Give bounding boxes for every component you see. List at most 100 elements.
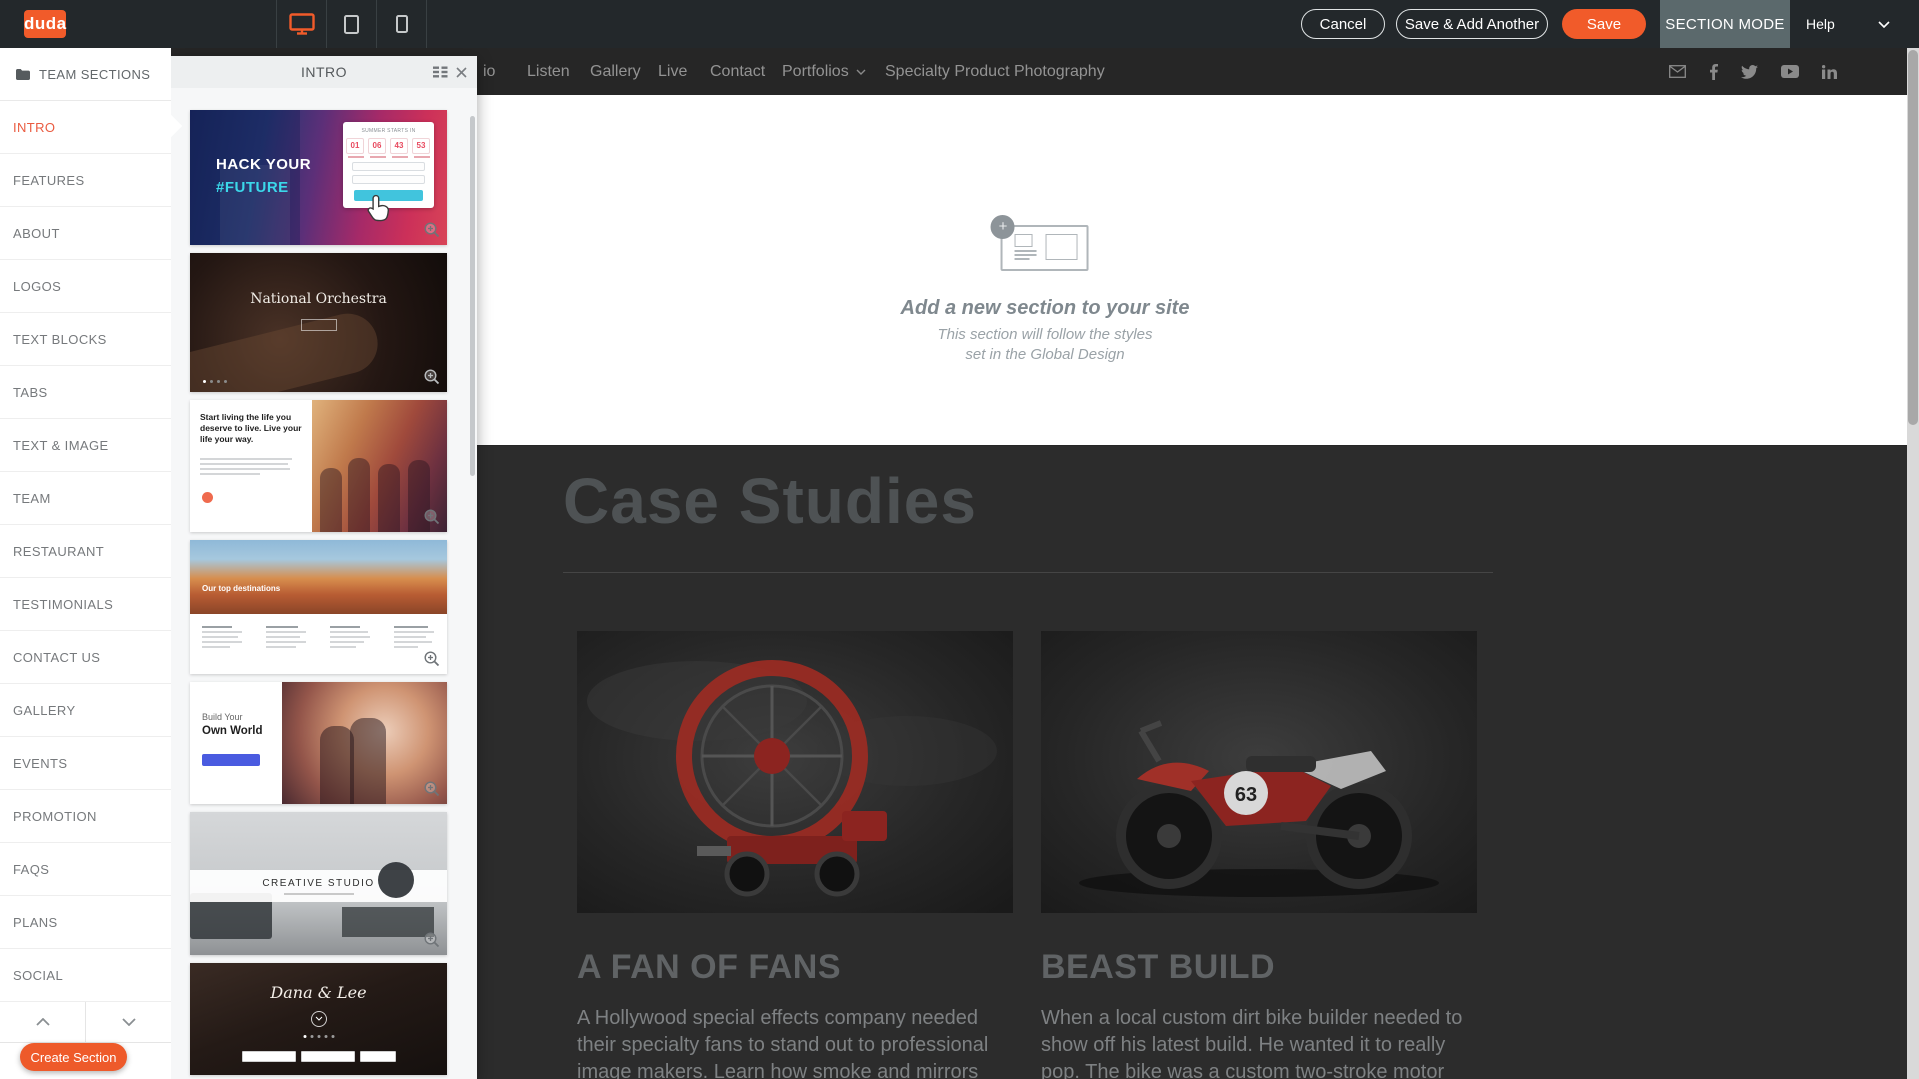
zoom-in-icon[interactable] [424, 369, 440, 385]
sidebar-item-promotion[interactable]: PROMOTION [0, 790, 171, 843]
template-thumbnail-hack-your-future[interactable]: HACK YOUR #FUTURE SUMMER STARTS IN 01 06… [190, 110, 447, 245]
sidebar-item-social[interactable]: SOCIAL [0, 949, 171, 1002]
chevron-down-icon [856, 69, 866, 75]
sidebar-header-label: TEAM SECTIONS [39, 67, 150, 82]
email-icon[interactable] [1669, 65, 1686, 78]
chevron-down-icon [122, 1018, 136, 1026]
desktop-preview-button[interactable] [276, 0, 326, 48]
carousel-dot [310, 1035, 313, 1038]
sidebar-item-features[interactable]: FEATURES [0, 154, 171, 207]
sidebar-item-label: PLANS [13, 915, 58, 930]
scroll-down-button[interactable] [86, 1002, 171, 1042]
couple-photo [282, 682, 447, 804]
sidebar-item-contact-us[interactable]: CONTACT US [0, 631, 171, 684]
mobile-preview-button[interactable] [376, 0, 427, 48]
device-preview-switcher [276, 0, 427, 48]
sidebar-item-about[interactable]: ABOUT [0, 207, 171, 260]
sidebar-item-events[interactable]: EVENTS [0, 737, 171, 790]
zoom-in-icon[interactable] [424, 222, 440, 238]
case-study-body: A Hollywood special effects company need… [577, 1005, 1017, 1079]
site-nav-item[interactable]: Gallery [590, 48, 641, 95]
save-button[interactable]: Save [1562, 9, 1646, 39]
sidebar-item-plans[interactable]: PLANS [0, 896, 171, 949]
page-scrollbar[interactable] [1907, 48, 1919, 1079]
site-nav-item[interactable]: Listen [527, 48, 570, 95]
panel-scrollbar[interactable] [470, 116, 475, 476]
dirt-bike-image: 63 [1041, 631, 1477, 913]
sidebar-item-faqs[interactable]: FAQS [0, 843, 171, 896]
zoom-in-icon[interactable] [424, 509, 440, 525]
template-thumbnail-top-destinations[interactable]: Our top destinations [190, 540, 447, 674]
sidebar-item-label: SOCIAL [13, 968, 63, 983]
tablet-preview-button[interactable] [326, 0, 376, 48]
template-heading: National Orchestra [190, 291, 447, 307]
countdown-cell: 53 [412, 138, 431, 158]
template-button-placeholder [202, 754, 260, 766]
template-thumbnail-creative-studio[interactable]: CREATIVE STUDIO [190, 812, 447, 955]
carousel-dot [324, 1035, 327, 1038]
sidebar-item-restaurant[interactable]: RESTAURANT [0, 525, 171, 578]
site-nav-item[interactable]: Contact [710, 48, 765, 95]
carousel-dot [210, 380, 213, 383]
template-thumbnail-dana-and-lee[interactable]: Dana & Lee [190, 963, 447, 1075]
zoom-in-icon[interactable] [424, 781, 440, 797]
carousel-dots [203, 380, 227, 383]
linkedin-icon[interactable] [1822, 65, 1837, 79]
scroll-up-button[interactable] [0, 1002, 86, 1042]
close-icon[interactable] [456, 67, 467, 78]
chevron-up-icon [36, 1018, 50, 1026]
list-view-icon[interactable] [433, 66, 448, 78]
panel-header: INTRO [171, 56, 477, 88]
site-nav-item[interactable]: io [483, 48, 495, 95]
social-links [1669, 48, 1837, 95]
template-heading: Start living the life you deserve to liv… [200, 412, 302, 445]
template-thumbnail-build-your-own-world[interactable]: Build Your Own World [190, 682, 447, 804]
sidebar-item-gallery[interactable]: GALLERY [0, 684, 171, 737]
sidebar-item-label: GALLERY [13, 703, 76, 718]
page-scrollbar-thumb[interactable] [1908, 50, 1918, 425]
sidebar-item-label: INTRO [13, 120, 55, 135]
sidebar-item-tabs[interactable]: TABS [0, 366, 171, 419]
save-add-another-button[interactable]: Save & Add Another [1396, 9, 1548, 39]
site-nav-item[interactable]: Live [658, 48, 687, 95]
panel-header-icons [433, 56, 467, 88]
form-title: SUMMER STARTS IN [343, 128, 434, 134]
site-nav-item-portfolios[interactable]: Portfolios [782, 48, 866, 95]
template-thumbnail-start-living[interactable]: Start living the life you deserve to liv… [190, 400, 447, 532]
countdown-label [392, 156, 408, 158]
zoom-in-icon[interactable] [424, 651, 440, 667]
sidebar-item-text-image[interactable]: TEXT & IMAGE [0, 419, 171, 472]
sidebar-scroll-controls [0, 1002, 171, 1043]
chevron-down-icon[interactable] [1878, 21, 1890, 28]
street-photo [190, 540, 447, 614]
sidebar-item-logos[interactable]: LOGOS [0, 260, 171, 313]
sidebar-item-team[interactable]: TEAM [0, 472, 171, 525]
sidebar-item-intro[interactable]: INTRO [0, 101, 171, 154]
template-button-placeholder [301, 319, 337, 331]
sidebar-item-testimonials[interactable]: TESTIMONIALS [0, 578, 171, 631]
countdown-cell: 43 [390, 138, 409, 158]
facebook-icon[interactable] [1709, 64, 1718, 80]
help-menu[interactable]: Help [1806, 0, 1835, 48]
person-silhouette [350, 718, 386, 804]
youtube-icon[interactable] [1781, 65, 1799, 78]
form-input-placeholder [242, 1051, 296, 1062]
countdown-cell: 06 [368, 138, 387, 158]
cancel-button[interactable]: Cancel [1301, 9, 1385, 39]
duda-logo[interactable]: duda [24, 10, 66, 38]
accent-dot [202, 492, 213, 503]
sidebar-item-label: FEATURES [13, 173, 85, 188]
create-section-button[interactable]: Create Section [20, 1043, 127, 1071]
hand-cursor [366, 194, 392, 222]
sidebar-item-text-blocks[interactable]: TEXT BLOCKS [0, 313, 171, 366]
link-column [202, 626, 246, 651]
template-thumbnail-national-orchestra[interactable]: National Orchestra [190, 253, 447, 392]
sidebar-item-label: TEXT & IMAGE [13, 438, 109, 453]
twitter-icon[interactable] [1741, 65, 1758, 79]
site-nav-item[interactable]: Specialty Product Photography [885, 48, 1105, 95]
zoom-in-icon[interactable] [424, 932, 440, 948]
text-line [200, 458, 292, 460]
section-mode-badge: SECTION MODE [1660, 0, 1790, 48]
sections-sidebar: TEAM SECTIONS INTRO FEATURES ABOUT LOGOS… [0, 48, 171, 1079]
panel-title: INTRO [301, 64, 347, 80]
